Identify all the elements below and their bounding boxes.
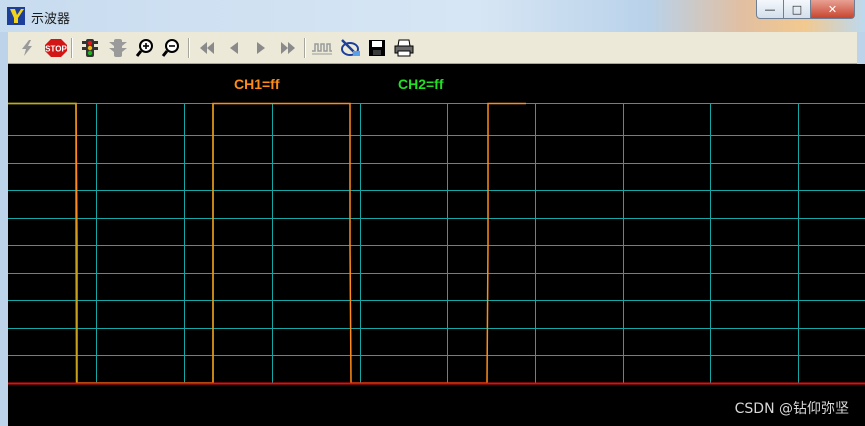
svg-text:STOP: STOP	[45, 45, 67, 54]
zoom-in-icon	[135, 39, 153, 57]
close-button[interactable]: ✕	[811, 0, 855, 19]
zoom-out-button[interactable]	[160, 37, 182, 59]
maximize-button[interactable]: □	[784, 0, 811, 19]
printer-icon	[394, 39, 414, 57]
close-icon: ✕	[827, 2, 838, 16]
maximize-icon: □	[791, 2, 803, 16]
waveform-button[interactable]	[311, 37, 333, 59]
floppy-disk-icon	[369, 40, 385, 56]
probe-icon	[341, 39, 360, 56]
title-bar[interactable]: 示波器 — □ ✕	[0, 0, 865, 32]
zoom-out-icon	[161, 39, 179, 57]
save-button[interactable]	[366, 37, 388, 59]
stack-icon	[109, 39, 127, 57]
app-icon	[7, 7, 25, 25]
minimize-icon: —	[764, 2, 776, 16]
waveform-icon	[312, 43, 332, 55]
print-button[interactable]	[393, 37, 415, 59]
grid	[8, 103, 865, 383]
toolbar-separator	[188, 38, 190, 58]
fast-forward-icon	[281, 42, 295, 54]
rewind-icon	[200, 42, 214, 54]
step-back-icon	[230, 42, 238, 54]
toolbar: STOP	[8, 32, 857, 64]
ch1-trace	[8, 102, 526, 384]
window-controls: — □ ✕	[756, 0, 855, 20]
oscilloscope-display[interactable]: CH1=ff CH2=ff CSDN @钻仰弥坚	[8, 64, 865, 426]
stop-button[interactable]: STOP	[45, 37, 67, 59]
run-button[interactable]	[16, 37, 38, 59]
window-title: 示波器	[31, 12, 71, 27]
traffic-light-icon	[82, 39, 98, 57]
fast-forward-button[interactable]	[277, 37, 299, 59]
traffic-light-button[interactable]	[79, 37, 101, 59]
stop-sign-icon: STOP	[45, 39, 67, 57]
ch2-trace	[8, 102, 214, 384]
scope-grid-and-traces	[8, 102, 865, 385]
zoom-in-button[interactable]	[134, 37, 156, 59]
minimize-button[interactable]: —	[756, 0, 784, 19]
probe-button[interactable]	[339, 37, 361, 59]
toolbar-separator	[304, 38, 306, 58]
oscilloscope-window: 示波器 — □ ✕ STOP CH1=ff CH2=ff CSDN @钻仰弥坚	[0, 0, 865, 426]
ch1-label: CH1=ff	[234, 76, 280, 92]
step-back-button[interactable]	[223, 37, 245, 59]
ch2-label: CH2=ff	[398, 76, 444, 92]
step-forward-button[interactable]	[250, 37, 272, 59]
lightning-icon	[22, 40, 32, 56]
toolbar-separator	[71, 38, 73, 58]
watermark: CSDN @钻仰弥坚	[734, 401, 849, 417]
step-forward-icon	[257, 42, 265, 54]
rewind-button[interactable]	[196, 37, 218, 59]
stack-button[interactable]	[107, 37, 129, 59]
